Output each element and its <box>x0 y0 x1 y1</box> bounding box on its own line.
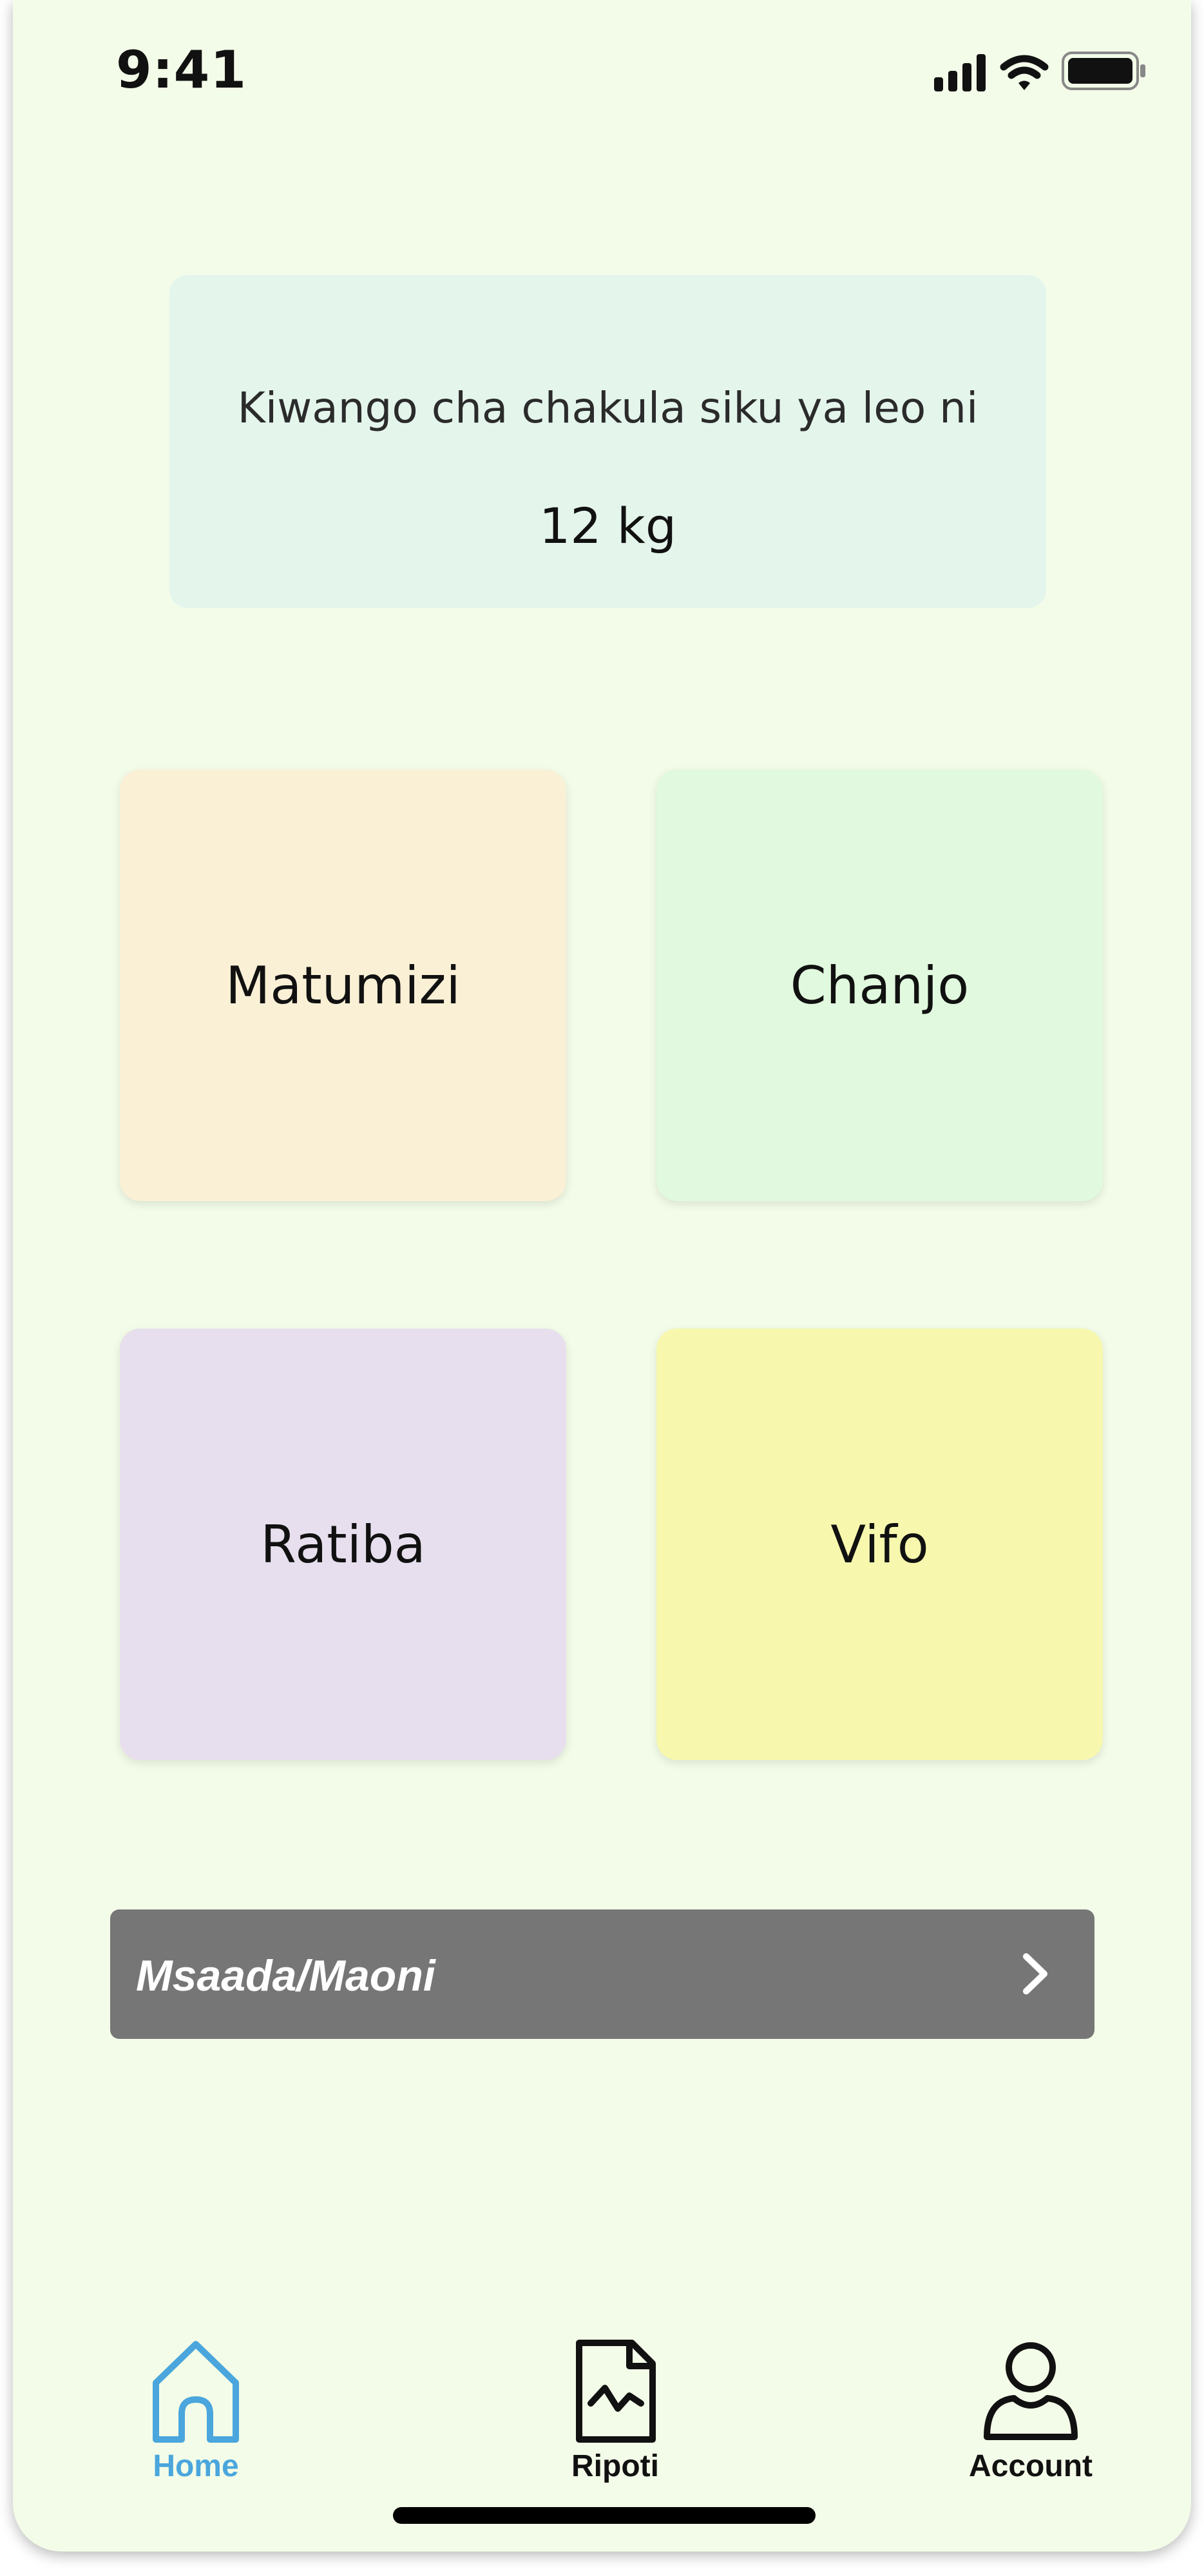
phone-screen: 9:41 Kiwango cha chakula siku ya leo ni … <box>13 0 1191 2552</box>
tile-ratiba[interactable]: Ratiba <box>120 1329 566 1760</box>
nav-home-label: Home <box>153 2449 239 2483</box>
food-level-card: Kiwango cha chakula siku ya leo ni 12 kg <box>169 275 1046 608</box>
tile-label: Matumizi <box>225 955 461 1016</box>
status-icons <box>934 52 1145 91</box>
battery-icon <box>1062 52 1145 90</box>
food-level-caption: Kiwango cha chakula siku ya leo ni <box>237 383 979 433</box>
tile-label: Chanjo <box>790 955 970 1016</box>
tile-label: Vifo <box>830 1514 929 1575</box>
nav-account[interactable]: Account <box>928 2336 1134 2504</box>
tile-vifo[interactable]: Vifo <box>656 1329 1103 1760</box>
nav-ripoti[interactable]: Ripoti <box>512 2336 718 2504</box>
cellular-signal-icon <box>934 54 986 91</box>
nav-home[interactable]: Home <box>93 2336 299 2504</box>
help-feedback-button[interactable]: Msaada/Maoni <box>110 1909 1094 2039</box>
home-indicator <box>393 2507 816 2524</box>
nav-account-label: Account <box>969 2449 1093 2483</box>
home-icon <box>153 2341 239 2443</box>
report-icon <box>576 2340 656 2443</box>
wifi-icon <box>1000 55 1049 90</box>
food-level-amount: 12 kg <box>539 497 677 554</box>
help-feedback-label: Msaada/Maoni <box>136 1951 435 2000</box>
tile-label: Ratiba <box>260 1514 426 1575</box>
nav-ripoti-label: Ripoti <box>571 2449 659 2483</box>
chevron-right-icon <box>1023 1953 1047 1994</box>
status-time: 9:41 <box>116 40 247 100</box>
tile-matumizi[interactable]: Matumizi <box>120 770 566 1201</box>
user-icon <box>984 2342 1078 2440</box>
tile-chanjo[interactable]: Chanjo <box>656 770 1103 1201</box>
